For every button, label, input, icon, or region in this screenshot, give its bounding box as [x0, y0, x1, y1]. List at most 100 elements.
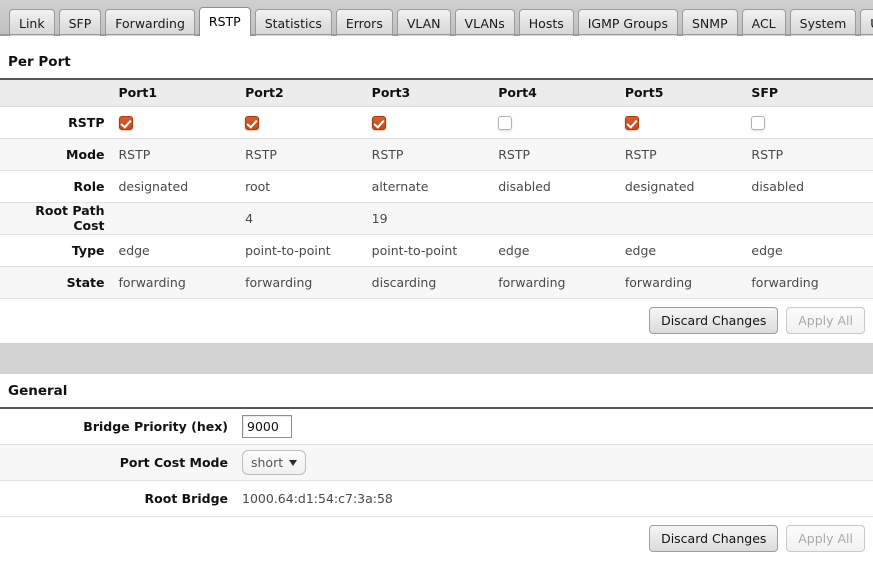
column-header-port4: Port4	[492, 80, 619, 106]
tab-vlan[interactable]: VLAN	[397, 9, 451, 36]
role-port5: designated	[619, 170, 746, 202]
per-port-button-bar: Discard Changes Apply All	[0, 299, 873, 343]
state-port4: forwarding	[492, 266, 619, 298]
general-button-bar: Discard Changes Apply All	[0, 517, 873, 561]
table-row: RSTP	[0, 106, 873, 138]
root-path-cost-sfp	[745, 202, 873, 234]
rstp-checkbox-port4[interactable]	[498, 116, 512, 130]
type-port3: point-to-point	[366, 234, 493, 266]
per-port-header-row: Port1Port2Port3Port4Port5SFP	[0, 80, 873, 106]
rstp-checkbox-port1[interactable]	[119, 116, 133, 130]
row-label-state: State	[0, 266, 113, 298]
state-port2: forwarding	[239, 266, 366, 298]
type-sfp: edge	[745, 234, 873, 266]
type-port4: edge	[492, 234, 619, 266]
column-header-port3: Port3	[366, 80, 493, 106]
state-sfp: forwarding	[745, 266, 873, 298]
role-port4: disabled	[492, 170, 619, 202]
per-port-panel: Per Port Port1Port2Port3Port4Port5SFP RS…	[0, 45, 873, 343]
tab-list: LinkSFPForwardingRSTPStatisticsErrorsVLA…	[0, 0, 873, 36]
general-table: Bridge Priority (hex) Port Cost Mode sho…	[0, 409, 873, 518]
per-port-table: Port1Port2Port3Port4Port5SFP RSTPModeRST…	[0, 80, 873, 299]
column-header-port2: Port2	[239, 80, 366, 106]
bridge-priority-cell	[236, 409, 873, 445]
per-port-discard-changes-button[interactable]: Discard Changes	[649, 307, 778, 334]
tab-snmp[interactable]: SNMP	[682, 9, 738, 36]
rstp-enable-cell-sfp	[745, 106, 873, 138]
general-discard-changes-button[interactable]: Discard Changes	[649, 525, 778, 552]
tab-statistics[interactable]: Statistics	[255, 9, 332, 36]
general-apply-all-button[interactable]: Apply All	[786, 525, 865, 552]
tab-bar-underline	[0, 34, 873, 35]
role-port1: designated	[113, 170, 240, 202]
role-sfp: disabled	[745, 170, 873, 202]
table-row: Root Path Cost 419	[0, 202, 873, 234]
table-row: Stateforwardingforwardingdiscardingforwa…	[0, 266, 873, 298]
rstp-enable-cell-port5	[619, 106, 746, 138]
role-port2: root	[239, 170, 366, 202]
table-row: Roledesignatedrootalternatedisableddesig…	[0, 170, 873, 202]
tab-acl[interactable]: ACL	[742, 9, 786, 36]
row-label-mode: Mode	[0, 138, 113, 170]
per-port-title: Per Port	[0, 45, 873, 80]
rstp-checkbox-sfp[interactable]	[751, 116, 765, 130]
per-port-corner-header	[0, 80, 113, 106]
mode-port5: RSTP	[619, 138, 746, 170]
table-row: ModeRSTPRSTPRSTPRSTPRSTPRSTP	[0, 138, 873, 170]
root-path-cost-port1	[113, 202, 240, 234]
type-port1: edge	[113, 234, 240, 266]
root-bridge-value: 1000.64:d1:54:c7:3a:58	[236, 481, 873, 517]
rstp-checkbox-port2[interactable]	[245, 116, 259, 130]
per-port-body: RSTPModeRSTPRSTPRSTPRSTPRSTPRSTPRoledesi…	[0, 106, 873, 298]
rstp-enable-cell-port2	[239, 106, 366, 138]
port-cost-mode-row: Port Cost Mode short	[0, 445, 873, 481]
chevron-down-icon	[289, 460, 297, 466]
tab-errors[interactable]: Errors	[336, 9, 393, 36]
tab-forwarding[interactable]: Forwarding	[105, 9, 195, 36]
root-path-cost-port3: 19	[366, 202, 493, 234]
root-path-cost-port2: 4	[239, 202, 366, 234]
rstp-checkbox-port5[interactable]	[625, 116, 639, 130]
type-port5: edge	[619, 234, 746, 266]
root-bridge-row: Root Bridge 1000.64:d1:54:c7:3a:58	[0, 481, 873, 517]
tab-upgrade[interactable]: Upgrade	[860, 9, 873, 36]
table-row: Typeedgepoint-to-pointpoint-to-pointedge…	[0, 234, 873, 266]
port-cost-mode-value: short	[251, 455, 283, 470]
root-bridge-label: Root Bridge	[0, 481, 236, 517]
tab-igmp-groups[interactable]: IGMP Groups	[578, 9, 678, 36]
rstp-checkbox-port3[interactable]	[372, 116, 386, 130]
per-port-apply-all-button[interactable]: Apply All	[786, 307, 865, 334]
content-top-spacer	[0, 36, 873, 45]
root-path-cost-port5	[619, 202, 746, 234]
mode-sfp: RSTP	[745, 138, 873, 170]
state-port1: forwarding	[113, 266, 240, 298]
general-title: General	[0, 374, 873, 409]
root-path-cost-port4	[492, 202, 619, 234]
bridge-priority-input[interactable]	[242, 415, 292, 438]
row-label-type: Type	[0, 234, 113, 266]
port-cost-mode-cell: short	[236, 445, 873, 481]
row-label-root-path-cost: Root Path Cost	[0, 202, 113, 234]
rstp-enable-cell-port4	[492, 106, 619, 138]
tab-sfp[interactable]: SFP	[59, 9, 102, 36]
mode-port2: RSTP	[239, 138, 366, 170]
column-header-port5: Port5	[619, 80, 746, 106]
tab-bar: LinkSFPForwardingRSTPStatisticsErrorsVLA…	[0, 0, 873, 36]
tab-vlans[interactable]: VLANs	[455, 9, 515, 36]
role-port3: alternate	[366, 170, 493, 202]
column-header-sfp: SFP	[745, 80, 873, 106]
tab-hosts[interactable]: Hosts	[519, 9, 574, 36]
mode-port3: RSTP	[366, 138, 493, 170]
rstp-enable-cell-port3	[366, 106, 493, 138]
state-port5: forwarding	[619, 266, 746, 298]
column-header-port1: Port1	[113, 80, 240, 106]
tab-link[interactable]: Link	[9, 9, 55, 36]
port-cost-mode-label: Port Cost Mode	[0, 445, 236, 481]
port-cost-mode-select[interactable]: short	[242, 450, 306, 475]
bridge-priority-label: Bridge Priority (hex)	[0, 409, 236, 445]
tab-system[interactable]: System	[790, 9, 857, 36]
mode-port4: RSTP	[492, 138, 619, 170]
mode-port1: RSTP	[113, 138, 240, 170]
tab-rstp[interactable]: RSTP	[199, 7, 251, 36]
bridge-priority-row: Bridge Priority (hex)	[0, 409, 873, 445]
